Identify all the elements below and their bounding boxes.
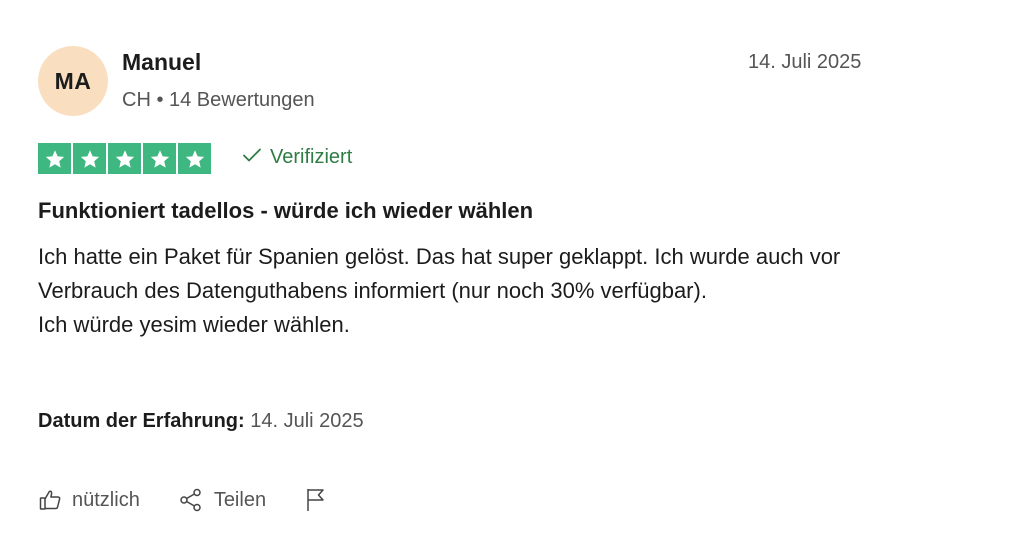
star-icon — [73, 143, 106, 174]
review-date: 14. Juli 2025 — [748, 51, 862, 73]
review-title: Funktioniert tadellos - würde ich wieder… — [38, 198, 534, 223]
useful-button[interactable]: nützlich — [38, 488, 140, 512]
share-icon — [178, 487, 204, 513]
star-icon — [143, 143, 176, 174]
share-label: Teilen — [213, 488, 267, 511]
checkmark-icon — [242, 146, 262, 169]
thumbs-up-icon — [38, 488, 62, 512]
review-paragraph: Ich hatte ein Paket für Spanien gelöst. … — [38, 244, 841, 303]
star-icon — [38, 143, 71, 174]
experience-date-label: Datum der Erfahrung: — [38, 410, 245, 432]
star-icon — [178, 143, 211, 174]
review-body: Ich hatte ein Paket für Spanien gelöst. … — [38, 240, 858, 342]
review-actions: nützlich Teilen — [38, 487, 366, 513]
verified-badge[interactable]: Verifiziert — [242, 146, 352, 169]
reviewer-name[interactable]: Manuel — [122, 49, 201, 76]
useful-label: nützlich — [72, 488, 140, 511]
flag-icon — [304, 487, 328, 513]
avatar[interactable]: MA — [38, 46, 108, 116]
star-rating — [38, 143, 211, 174]
experience-date-value: 14. Juli 2025 — [250, 410, 364, 432]
star-icon — [108, 143, 141, 174]
verified-label: Verifiziert — [270, 146, 353, 168]
report-button[interactable] — [304, 487, 328, 513]
reviewer-meta: CH • 14 Bewertungen — [122, 89, 315, 111]
avatar-initials: MA — [54, 67, 92, 94]
review-card: MA Manuel CH • 14 Bewertungen 14. Juli 2… — [0, 0, 1024, 534]
share-button[interactable]: Teilen — [178, 487, 266, 513]
review-paragraph: Ich würde yesim wieder wählen. — [38, 312, 350, 337]
experience-date: Datum der Erfahrung: 14. Juli 2025 — [38, 410, 364, 433]
